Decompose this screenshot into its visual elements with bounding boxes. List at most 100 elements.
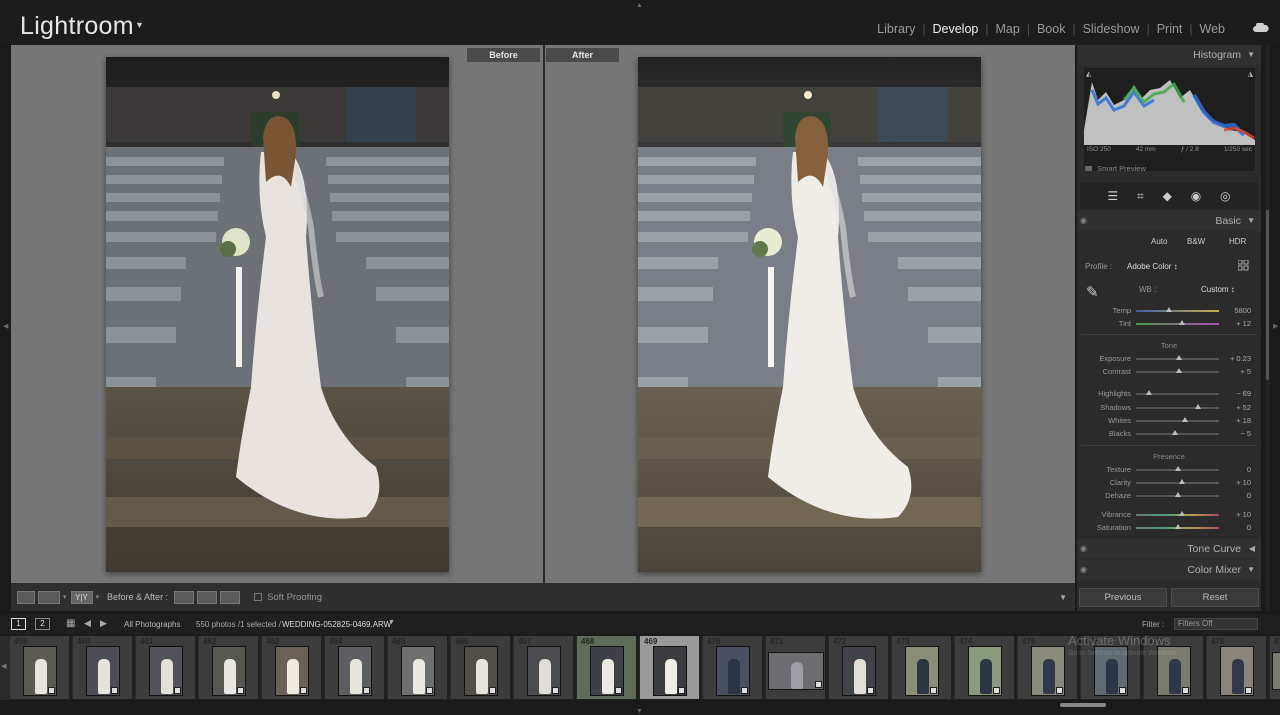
- white-balance-eyedropper-icon[interactable]: ✎: [1086, 283, 1099, 301]
- highlight-clipping-icon[interactable]: ◮: [1248, 70, 1253, 78]
- contrast-slider[interactable]: [1136, 368, 1219, 373]
- compare-view-button[interactable]: [38, 590, 60, 604]
- highlights-slider-thumb[interactable]: [1146, 390, 1153, 395]
- color-mixer-collapse-icon[interactable]: ▼: [1247, 565, 1255, 574]
- view-mode-dropdown-icon[interactable]: ▾: [63, 593, 67, 601]
- after-photo[interactable]: [638, 57, 981, 572]
- histogram[interactable]: ◭ ◮: [1084, 68, 1255, 171]
- vibrance-slider[interactable]: [1136, 511, 1219, 516]
- filmstrip-item[interactable]: 468: [576, 636, 636, 699]
- tone-curve-header[interactable]: ◉ Tone Curve ◀: [1077, 539, 1261, 559]
- filmstrip-thumbnail[interactable]: [212, 645, 246, 696]
- filmstrip-thumbnail[interactable]: [86, 645, 120, 696]
- filter-dropdown[interactable]: Filters Off: [1174, 618, 1258, 630]
- blacks-slider-thumb[interactable]: [1172, 430, 1178, 435]
- filmstrip-thumbnail[interactable]: [905, 645, 939, 696]
- filmstrip-thumbnail[interactable]: [653, 645, 687, 696]
- app-logo[interactable]: Lightroom: [20, 12, 134, 41]
- profile-dropdown[interactable]: Adobe Color ↕: [1127, 262, 1178, 271]
- highlights-value[interactable]: − 69: [1221, 389, 1251, 398]
- module-book[interactable]: Book: [1030, 22, 1073, 36]
- temp-value[interactable]: 5800: [1221, 306, 1251, 315]
- right-panel-toggle-icon[interactable]: ▶: [1273, 322, 1278, 330]
- smart-preview-status[interactable]: Smart Preview: [1085, 164, 1146, 173]
- temp-slider-thumb[interactable]: [1166, 307, 1173, 312]
- highlights-slider[interactable]: [1136, 390, 1219, 395]
- loupe-view-button[interactable]: [17, 590, 35, 604]
- texture-slider-thumb[interactable]: [1174, 466, 1181, 471]
- exposure-value[interactable]: + 0.23: [1221, 354, 1251, 363]
- tint-slider[interactable]: [1136, 320, 1219, 325]
- filmstrip-item[interactable]: 459: [9, 636, 69, 699]
- logo-dropdown-icon[interactable]: ▼: [135, 20, 144, 30]
- tint-slider-thumb[interactable]: [1178, 320, 1185, 325]
- filmstrip-item[interactable]: 478: [1206, 636, 1266, 699]
- filmstrip-item[interactable]: 467: [513, 636, 573, 699]
- exposure-slider[interactable]: [1136, 355, 1219, 360]
- filmstrip-scrollbar[interactable]: [1060, 703, 1106, 707]
- tone-curve-visibility-icon[interactable]: ◉: [1080, 544, 1087, 553]
- soft-proofing-checkbox[interactable]: [254, 593, 263, 601]
- clarity-slider[interactable]: [1136, 479, 1219, 484]
- filmstrip-item[interactable]: 479: [1269, 636, 1280, 699]
- bottom-panel-toggle-icon[interactable]: ▼: [636, 708, 643, 715]
- back-arrow-icon[interactable]: ◀: [84, 618, 91, 629]
- module-web[interactable]: Web: [1193, 22, 1232, 36]
- blacks-value[interactable]: − 5: [1221, 429, 1251, 438]
- grid-view-icon[interactable]: ▦: [66, 618, 75, 629]
- before-after-side-by-side-button[interactable]: Y|Y: [70, 590, 93, 604]
- dehaze-slider-thumb[interactable]: [1174, 492, 1181, 497]
- masking-icon[interactable]: ◎: [1220, 189, 1230, 203]
- shadow-clipping-icon[interactable]: ◭: [1086, 70, 1091, 78]
- shadows-slider-thumb[interactable]: [1195, 404, 1202, 409]
- copy-before-to-after-button[interactable]: [174, 590, 195, 604]
- shadows-value[interactable]: + 52: [1221, 403, 1251, 412]
- module-library[interactable]: Library: [870, 22, 922, 36]
- vibrance-slider-thumb[interactable]: [1178, 511, 1185, 516]
- tone-curve-expand-icon[interactable]: ◀: [1249, 544, 1255, 553]
- saturation-slider[interactable]: [1136, 524, 1219, 529]
- filmstrip-thumbnail[interactable]: [968, 645, 1002, 696]
- blacks-slider[interactable]: [1136, 430, 1219, 435]
- profile-browser-icon[interactable]: [1238, 260, 1249, 271]
- filmstrip-thumbnail[interactable]: [842, 645, 876, 696]
- left-panel-toggle-icon[interactable]: ◀: [3, 322, 8, 330]
- filmstrip-thumbnail[interactable]: [1031, 645, 1065, 696]
- filmstrip-thumbnail[interactable]: [23, 645, 57, 696]
- texture-slider[interactable]: [1136, 466, 1219, 471]
- dehaze-slider[interactable]: [1136, 492, 1219, 497]
- filmstrip-item[interactable]: 474: [954, 636, 1014, 699]
- before-after-view[interactable]: Before After: [11, 45, 1075, 583]
- filmstrip-thumbnail[interactable]: [716, 645, 750, 696]
- filmstrip-item[interactable]: 466: [450, 636, 510, 699]
- filmstrip-item[interactable]: 461: [135, 636, 195, 699]
- filmstrip-item[interactable]: 460: [72, 636, 132, 699]
- secondary-window-button[interactable]: 2: [35, 618, 50, 630]
- filmstrip-item[interactable]: 465: [387, 636, 447, 699]
- color-mixer-header[interactable]: ◉ Color Mixer ▼: [1077, 560, 1261, 580]
- filmstrip-source[interactable]: All Photographs: [124, 620, 180, 629]
- right-panel-scroll-thumb[interactable]: [1266, 210, 1269, 380]
- basic-visibility-icon[interactable]: ◉: [1080, 216, 1087, 225]
- filmstrip-thumbnail[interactable]: [768, 651, 824, 690]
- whites-value[interactable]: + 18: [1221, 416, 1251, 425]
- contrast-value[interactable]: + 5: [1221, 367, 1251, 376]
- filmstrip-item[interactable]: 471: [765, 636, 825, 699]
- swap-before-after-button[interactable]: [220, 590, 241, 604]
- filmstrip-thumbnail[interactable]: [590, 645, 624, 696]
- histogram-header[interactable]: Histogram ▼: [1077, 45, 1261, 65]
- red-eye-icon[interactable]: ◉: [1191, 189, 1201, 203]
- crop-icon[interactable]: ⌗: [1137, 189, 1144, 204]
- module-map[interactable]: Map: [989, 22, 1027, 36]
- selected-filename[interactable]: WEDDING-052825-0469.ARW: [282, 620, 391, 629]
- before-after-mode-dropdown-icon[interactable]: ▾: [96, 593, 100, 601]
- color-mixer-visibility-icon[interactable]: ◉: [1080, 565, 1087, 574]
- before-photo[interactable]: [106, 57, 449, 572]
- whites-slider-thumb[interactable]: [1181, 417, 1188, 422]
- whites-slider[interactable]: [1136, 417, 1219, 422]
- previous-button[interactable]: Previous: [1079, 588, 1167, 607]
- temp-slider[interactable]: [1136, 307, 1219, 312]
- dehaze-value[interactable]: 0: [1221, 491, 1251, 500]
- filmstrip-item[interactable]: 470: [702, 636, 762, 699]
- filmstrip-thumbnail[interactable]: [149, 645, 183, 696]
